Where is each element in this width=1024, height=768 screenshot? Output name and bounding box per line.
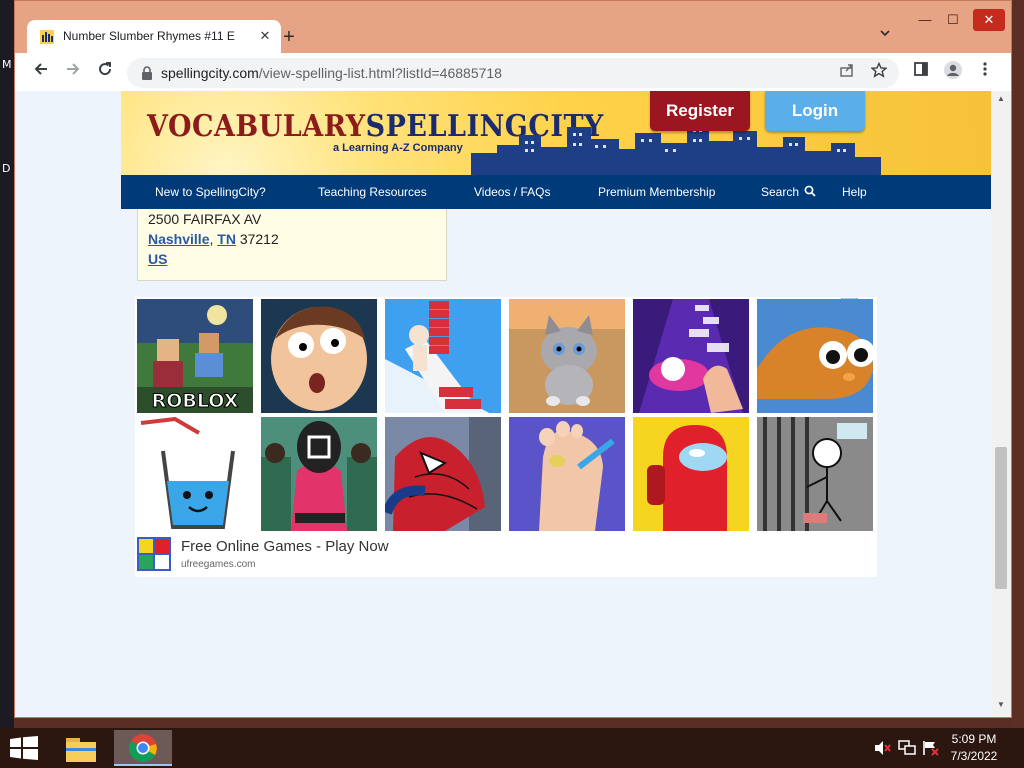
nav-search[interactable]: Search <box>761 175 817 209</box>
ad-headline[interactable]: Free Online Games - Play Now <box>181 538 389 555</box>
ufreegames-logo-icon[interactable] <box>137 537 171 571</box>
svg-text:ROBLOX: ROBLOX <box>152 390 239 412</box>
url-text[interactable]: spellingcity.com/view-spelling-list.html… <box>161 65 502 81</box>
taskbar-date[interactable]: 7/3/2022 <box>944 749 1004 763</box>
nav-premium-membership[interactable]: Premium Membership <box>598 175 715 209</box>
desktop-left-edge: M D <box>0 0 14 728</box>
page-viewport: VOCABULARYSPELLINGCITY a Learning A-Z Co… <box>15 91 991 717</box>
game-tile-spider-hero[interactable] <box>385 417 501 531</box>
chrome-icon <box>129 734 157 762</box>
back-arrow-icon[interactable] <box>29 60 53 84</box>
login-button[interactable]: Login <box>765 91 865 131</box>
game-tile-worm[interactable] <box>757 299 873 413</box>
desktop-icon-label[interactable]: M <box>2 58 12 71</box>
lock-icon[interactable] <box>141 66 153 80</box>
site-nav-bar: New to SpellingCity? Teaching Resources … <box>121 175 991 209</box>
desktop-icon-label[interactable]: D <box>2 162 10 175</box>
close-window-button[interactable]: ✕ <box>973 9 1005 31</box>
game-tile-tiles-hop[interactable] <box>633 299 749 413</box>
nav-new-to-spellingcity[interactable]: New to SpellingCity? <box>155 175 266 209</box>
windows-taskbar: 5:09 PM 7/3/2022 <box>0 728 1024 768</box>
search-icon <box>804 185 817 197</box>
minimize-button[interactable]: — <box>913 9 937 31</box>
desktop-right-edge <box>1012 0 1024 728</box>
tab-title: Number Slumber Rhymes #11 E <box>63 29 235 43</box>
nav-videos-faqs[interactable]: Videos / FAQs <box>474 175 550 209</box>
address-city-line: Nashville, TN 37212 <box>148 231 279 247</box>
windows-start-icon[interactable] <box>10 736 38 760</box>
game-tile-squid-guard[interactable] <box>261 417 377 531</box>
reload-icon[interactable] <box>93 60 117 84</box>
game-tile-kitten[interactable] <box>509 299 625 413</box>
taskbar-chrome-button[interactable] <box>114 730 172 766</box>
share-icon[interactable] <box>835 61 859 85</box>
tab-bar: Number Slumber Rhymes #11 E ✕ + — ☐ ✕ <box>15 1 1011 54</box>
scroll-up-arrow-icon[interactable]: ▲ <box>991 91 1011 107</box>
page-scrollbar[interactable]: ▲ ▼ <box>991 91 1011 717</box>
school-address-box: 2500 FAIRFAX AV Nashville, TN 37212 US <box>137 209 447 281</box>
nav-help[interactable]: Help <box>842 175 867 209</box>
action-center-flag-icon[interactable] <box>922 740 940 756</box>
browser-toolbar: spellingcity.com/view-spelling-list.html… <box>15 53 1011 91</box>
game-tile-stack-runner[interactable] <box>385 299 501 413</box>
address-country-line: US <box>148 251 167 267</box>
file-explorer-icon[interactable] <box>62 732 100 766</box>
ad-url[interactable]: ufreegames.com <box>181 559 255 570</box>
nav-teaching-resources[interactable]: Teaching Resources <box>318 175 427 209</box>
close-tab-icon[interactable]: ✕ <box>255 26 275 46</box>
browser-tab[interactable]: Number Slumber Rhymes #11 E ✕ <box>27 20 281 54</box>
network-icon[interactable] <box>898 740 916 756</box>
spellingcity-favicon-icon <box>40 30 54 44</box>
speaker-muted-icon[interactable] <box>874 740 892 756</box>
side-panel-icon[interactable] <box>909 60 933 84</box>
chevron-down-icon[interactable] <box>875 27 895 47</box>
profile-avatar-icon[interactable] <box>941 60 965 84</box>
browser-window: Number Slumber Rhymes #11 E ✕ + — ☐ ✕ sp… <box>14 0 1012 718</box>
game-tile-cartoon-face[interactable] <box>261 299 377 413</box>
game-tile-happy-glass[interactable] <box>135 417 251 531</box>
maximize-button[interactable]: ☐ <box>941 9 965 31</box>
menu-dots-icon[interactable] <box>973 60 997 84</box>
scroll-down-arrow-icon[interactable]: ▼ <box>991 697 1011 713</box>
game-tile-roblox[interactable]: ROBLOX <box>137 299 253 413</box>
register-button[interactable]: Register <box>650 91 750 131</box>
game-tile-impostor[interactable] <box>633 417 749 531</box>
address-bar[interactable]: spellingcity.com/view-spelling-list.html… <box>127 58 899 88</box>
bookmark-star-icon[interactable] <box>867 61 891 85</box>
city-skyline-graphic <box>471 123 881 177</box>
state-link[interactable]: TN <box>217 231 236 247</box>
forward-arrow-icon[interactable] <box>61 60 85 84</box>
address-street: 2500 FAIRFAX AV <box>148 211 262 227</box>
site-header: VOCABULARYSPELLINGCITY a Learning A-Z Co… <box>121 91 991 177</box>
game-tile-foot-clinic[interactable] <box>509 417 625 531</box>
game-ad-block[interactable]: ROBLOX Free Online Games - Play Now ufre… <box>135 297 877 577</box>
new-tab-button[interactable]: + <box>277 25 301 49</box>
site-tagline: a Learning A-Z Company <box>333 142 463 154</box>
city-link[interactable]: Nashville <box>148 231 209 247</box>
scroll-thumb[interactable] <box>995 447 1007 589</box>
country-link[interactable]: US <box>148 251 167 267</box>
taskbar-time[interactable]: 5:09 PM <box>944 732 1004 746</box>
game-tile-stickman-escape[interactable] <box>757 417 873 531</box>
